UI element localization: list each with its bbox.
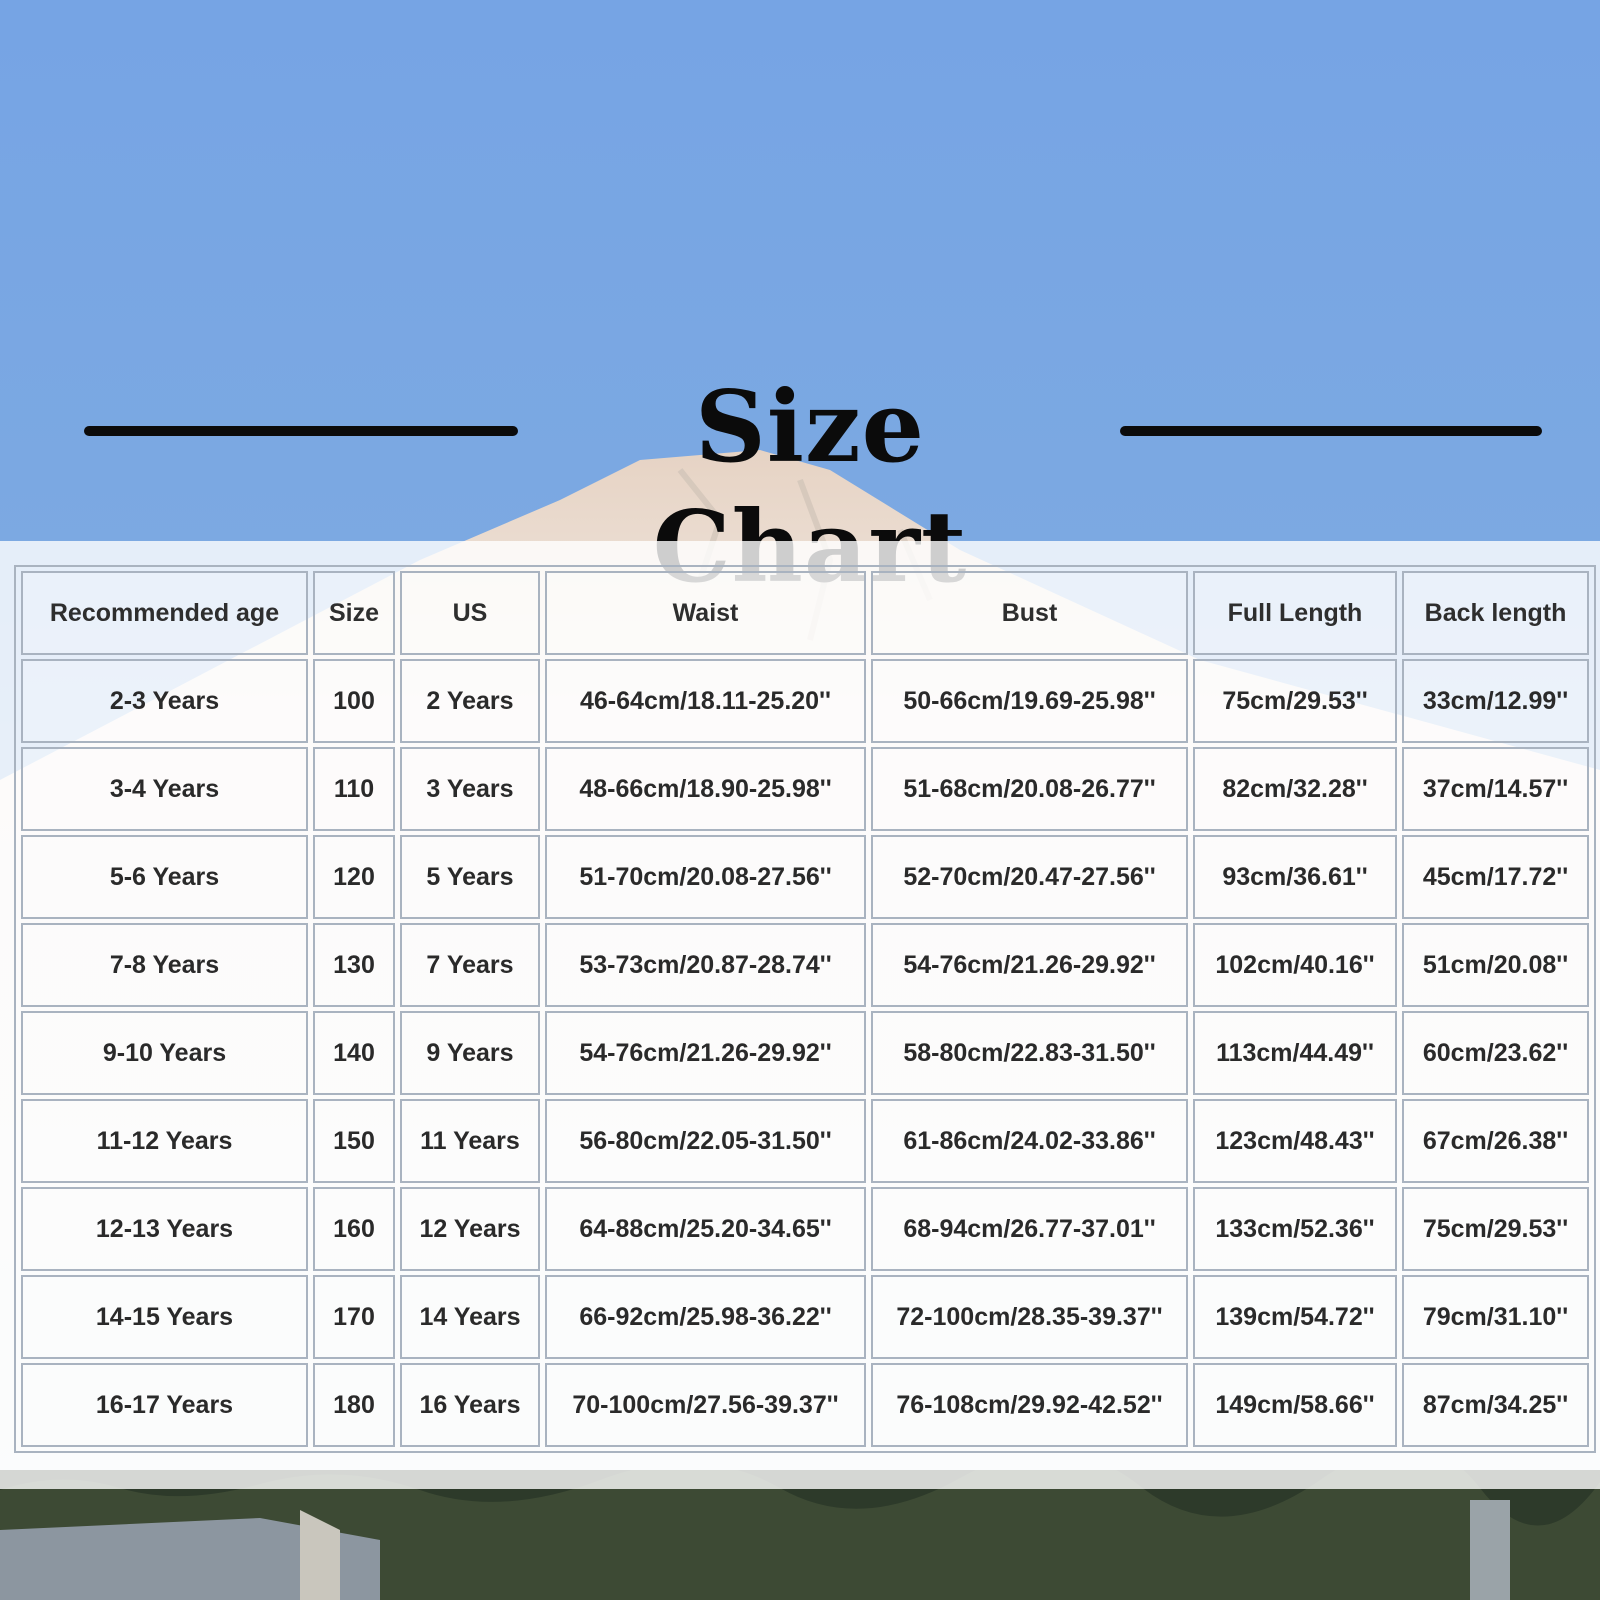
cell-us: 9 Years (400, 1011, 540, 1095)
cell-us: 12 Years (400, 1187, 540, 1271)
table-row: 16-17 Years 180 16 Years 70-100cm/27.56-… (21, 1363, 1589, 1447)
cell-bust: 58-80cm/22.83-31.50'' (871, 1011, 1188, 1095)
cell-waist: 51-70cm/20.08-27.56'' (545, 835, 866, 919)
header-full-length: Full Length (1193, 571, 1397, 655)
cell-size: 100 (313, 659, 395, 743)
cell-bust: 68-94cm/26.77-37.01'' (871, 1187, 1188, 1271)
cell-waist: 64-88cm/25.20-34.65'' (545, 1187, 866, 1271)
cell-full-length: 82cm/32.28'' (1193, 747, 1397, 831)
cell-size: 150 (313, 1099, 395, 1183)
cell-back-length: 87cm/34.25'' (1402, 1363, 1589, 1447)
cell-us: 2 Years (400, 659, 540, 743)
cell-bust: 51-68cm/20.08-26.77'' (871, 747, 1188, 831)
cell-size: 130 (313, 923, 395, 1007)
cell-full-length: 113cm/44.49'' (1193, 1011, 1397, 1095)
table-row: 9-10 Years 140 9 Years 54-76cm/21.26-29.… (21, 1011, 1589, 1095)
cell-size: 140 (313, 1011, 395, 1095)
table-row: 2-3 Years 100 2 Years 46-64cm/18.11-25.2… (21, 659, 1589, 743)
header-us: US (400, 571, 540, 655)
header-size: Size (313, 571, 395, 655)
table-header-row: Recommended age Size US Waist Bust Full … (21, 571, 1589, 655)
cell-full-length: 75cm/29.53'' (1193, 659, 1397, 743)
cell-bust: 61-86cm/24.02-33.86'' (871, 1099, 1188, 1183)
cell-recommended-age: 2-3 Years (21, 659, 308, 743)
table-row: 3-4 Years 110 3 Years 48-66cm/18.90-25.9… (21, 747, 1589, 831)
cell-recommended-age: 7-8 Years (21, 923, 308, 1007)
cell-us: 16 Years (400, 1363, 540, 1447)
cell-back-length: 79cm/31.10'' (1402, 1275, 1589, 1359)
cell-full-length: 93cm/36.61'' (1193, 835, 1397, 919)
cell-waist: 56-80cm/22.05-31.50'' (545, 1099, 866, 1183)
table-row: 12-13 Years 160 12 Years 64-88cm/25.20-3… (21, 1187, 1589, 1271)
cell-bust: 52-70cm/20.47-27.56'' (871, 835, 1188, 919)
cell-recommended-age: 12-13 Years (21, 1187, 308, 1271)
cell-back-length: 75cm/29.53'' (1402, 1187, 1589, 1271)
cell-recommended-age: 3-4 Years (21, 747, 308, 831)
cell-waist: 48-66cm/18.90-25.98'' (545, 747, 866, 831)
cell-bust: 72-100cm/28.35-39.37'' (871, 1275, 1188, 1359)
table-row: 5-6 Years 120 5 Years 51-70cm/20.08-27.5… (21, 835, 1589, 919)
cell-full-length: 133cm/52.36'' (1193, 1187, 1397, 1271)
cell-us: 5 Years (400, 835, 540, 919)
cell-back-length: 60cm/23.62'' (1402, 1011, 1589, 1095)
cell-size: 160 (313, 1187, 395, 1271)
cell-back-length: 51cm/20.08'' (1402, 923, 1589, 1007)
cell-waist: 70-100cm/27.56-39.37'' (545, 1363, 866, 1447)
title-rule-right (1120, 426, 1542, 436)
cell-size: 110 (313, 747, 395, 831)
cell-waist: 46-64cm/18.11-25.20'' (545, 659, 866, 743)
cell-bust: 50-66cm/19.69-25.98'' (871, 659, 1188, 743)
cell-full-length: 102cm/40.16'' (1193, 923, 1397, 1007)
table-row: 11-12 Years 150 11 Years 56-80cm/22.05-3… (21, 1099, 1589, 1183)
header-back-length: Back length (1402, 571, 1589, 655)
header-recommended-age: Recommended age (21, 571, 308, 655)
cell-recommended-age: 16-17 Years (21, 1363, 308, 1447)
cell-bust: 76-108cm/29.92-42.52'' (871, 1363, 1188, 1447)
cell-size: 180 (313, 1363, 395, 1447)
table-row: 7-8 Years 130 7 Years 53-73cm/20.87-28.7… (21, 923, 1589, 1007)
cell-us: 14 Years (400, 1275, 540, 1359)
cell-recommended-age: 14-15 Years (21, 1275, 308, 1359)
cell-waist: 66-92cm/25.98-36.22'' (545, 1275, 866, 1359)
cell-back-length: 33cm/12.99'' (1402, 659, 1589, 743)
size-chart-table: Recommended age Size US Waist Bust Full … (14, 565, 1596, 1453)
cell-waist: 54-76cm/21.26-29.92'' (545, 1011, 866, 1095)
cell-recommended-age: 9-10 Years (21, 1011, 308, 1095)
cell-back-length: 67cm/26.38'' (1402, 1099, 1589, 1183)
table-row: 14-15 Years 170 14 Years 66-92cm/25.98-3… (21, 1275, 1589, 1359)
cell-size: 120 (313, 835, 395, 919)
cell-recommended-age: 5-6 Years (21, 835, 308, 919)
cell-waist: 53-73cm/20.87-28.74'' (545, 923, 866, 1007)
cell-full-length: 139cm/54.72'' (1193, 1275, 1397, 1359)
table-body: 2-3 Years 100 2 Years 46-64cm/18.11-25.2… (21, 659, 1589, 1447)
cell-us: 11 Years (400, 1099, 540, 1183)
cell-full-length: 123cm/48.43'' (1193, 1099, 1397, 1183)
cell-bust: 54-76cm/21.26-29.92'' (871, 923, 1188, 1007)
header-waist: Waist (545, 571, 866, 655)
cell-us: 7 Years (400, 923, 540, 1007)
cell-back-length: 37cm/14.57'' (1402, 747, 1589, 831)
cell-back-length: 45cm/17.72'' (1402, 835, 1589, 919)
header-bust: Bust (871, 571, 1188, 655)
cell-recommended-age: 11-12 Years (21, 1099, 308, 1183)
cell-size: 170 (313, 1275, 395, 1359)
title-rule-left (84, 426, 518, 436)
treeline-image (0, 1470, 1600, 1600)
cell-us: 3 Years (400, 747, 540, 831)
cell-full-length: 149cm/58.66'' (1193, 1363, 1397, 1447)
